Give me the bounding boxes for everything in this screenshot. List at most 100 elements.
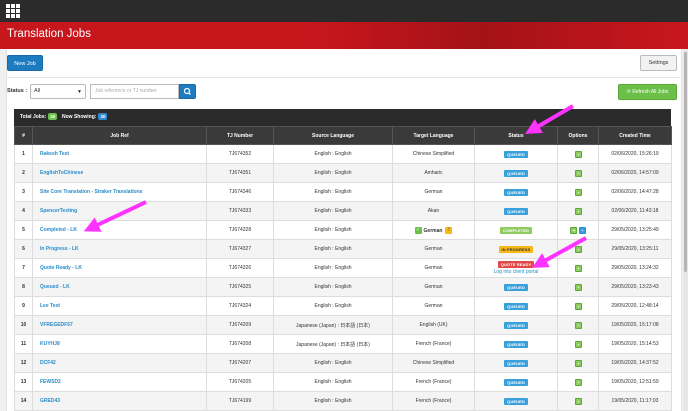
view-job-icon[interactable] [574, 245, 582, 253]
now-showing-label: Now Showing: [62, 114, 97, 120]
search-button[interactable] [179, 84, 196, 99]
tj-number: TJ674205 [206, 372, 274, 392]
job-ref-link[interactable]: DCF42 [32, 353, 207, 373]
table-row[interactable]: 9 Lee Test TJ674324 English : English German… [14, 296, 672, 316]
view-job-icon[interactable] [574, 302, 582, 310]
app-grid-icon[interactable] [6, 4, 20, 18]
table-row[interactable]: 10 VFREGEDF67 TJ674209 Japanese (Japan) : 日… [14, 315, 672, 335]
job-ref-link[interactable]: KUYHJ8 [32, 334, 207, 354]
target-language-cell: German [392, 239, 475, 259]
view-job-icon[interactable] [574, 264, 582, 272]
job-ref-link[interactable]: FEWSD2 [32, 372, 207, 392]
options-cell [557, 144, 599, 164]
refresh-all-jobs-button[interactable]: ⟳ Refresh All Jobs [618, 84, 677, 100]
tj-number: TJ674207 [206, 353, 274, 373]
table-row[interactable]: 4 SpencerTexting TJ674333 English : English… [14, 201, 672, 221]
check-icon: ✓ [414, 226, 422, 234]
options-cell [557, 182, 599, 202]
total-jobs-label: Total Jobs: [20, 114, 47, 120]
table-row[interactable]: 14 GRED43 TJ674199 English : English French … [14, 391, 672, 411]
warning-icon[interactable]: ! [445, 226, 453, 234]
column-header[interactable]: Job Ref [32, 126, 207, 145]
tj-number: TJ674333 [206, 201, 274, 221]
column-header[interactable]: Status [474, 126, 558, 145]
options-cell [557, 296, 599, 316]
view-job-icon[interactable] [574, 340, 582, 348]
status-cell: QUEUED [474, 163, 558, 183]
job-ref-link[interactable]: Queued - LK [32, 277, 207, 297]
job-ref-link[interactable]: In Progress - LK [32, 239, 207, 259]
tj-number: TJ674346 [206, 182, 274, 202]
table-row[interactable]: 13 FEWSD2 TJ674205 English : English French … [14, 372, 672, 392]
view-job-icon[interactable] [570, 226, 578, 234]
status-filter-select[interactable]: All ▼ [30, 84, 86, 99]
table-row[interactable]: 1 Rakesh Test TJ674352 English : English Chi… [14, 144, 672, 164]
view-job-icon[interactable] [574, 188, 582, 196]
status-cell: QUEUED [474, 201, 558, 221]
search-input[interactable]: Job reference or TJ number [90, 84, 179, 99]
column-header[interactable]: Options [557, 126, 599, 145]
table-row[interactable]: 3 Site Core Translation - Straker Transla… [14, 182, 672, 202]
view-job-icon[interactable] [574, 397, 582, 405]
table-row[interactable]: 12 DCF42 TJ674207 English : English Chinese … [14, 353, 672, 373]
row-number: 5 [14, 220, 33, 240]
view-job-icon[interactable] [574, 378, 582, 386]
status-badge: QUEUED [504, 169, 528, 177]
tj-number: TJ674328 [206, 220, 274, 240]
download-icon[interactable] [578, 226, 586, 234]
source-language: English : English [273, 296, 393, 316]
table-row[interactable]: 7 Quote Ready - LK TJ674326 English : Engli… [14, 258, 672, 278]
view-job-icon[interactable] [574, 169, 582, 177]
target-language: Chinese Simplified [412, 151, 455, 157]
table-row[interactable]: 6 In Progress - LK TJ674327 English : Engli… [14, 239, 672, 259]
row-number: 2 [14, 163, 33, 183]
view-job-icon[interactable] [574, 321, 582, 329]
job-ref-link[interactable]: GRED43 [32, 391, 207, 411]
target-language-cell: German [392, 296, 475, 316]
now-showing-count: 30 [98, 113, 108, 120]
view-job-icon[interactable] [574, 150, 582, 158]
created-time: 29/05/2020, 13:25:11 [598, 239, 672, 259]
created-time: 02/06/2020, 14:47:28 [598, 182, 672, 202]
settings-button[interactable]: Settings [640, 55, 677, 71]
row-number: 9 [14, 296, 33, 316]
column-header[interactable]: Created Time [598, 126, 672, 145]
page-banner: Translation Jobs [0, 22, 688, 49]
status-badge: QUOTE READY [497, 261, 535, 268]
column-header[interactable]: Source Language [273, 126, 393, 145]
created-time: 02/06/2020, 11:43:18 [598, 201, 672, 221]
target-language: Akan [427, 208, 440, 214]
client-portal-link[interactable]: Log into client portal [476, 269, 557, 275]
table-row[interactable]: 2 EnglishToChinese TJ674351 English : Engli… [14, 163, 672, 183]
new-job-button[interactable]: New Job [7, 55, 43, 71]
scrollbar-thumb[interactable] [684, 52, 687, 272]
job-ref-link[interactable]: SpencerTexting [32, 201, 207, 221]
job-ref-link[interactable]: Quote Ready - LK [32, 258, 207, 278]
view-job-icon[interactable] [574, 283, 582, 291]
column-header[interactable]: # [14, 126, 33, 145]
row-number: 6 [14, 239, 33, 259]
job-ref-link[interactable]: Rakesh Test [32, 144, 207, 164]
job-ref-link[interactable]: VFREGEDF67 [32, 315, 207, 335]
refresh-label: Refresh All Jobs [632, 89, 669, 95]
options-cell [557, 353, 599, 373]
table-row[interactable]: 5 Completed - LK TJ674328 English : English… [14, 220, 672, 240]
column-header[interactable]: Target Language [392, 126, 475, 145]
job-ref-link[interactable]: Completed - LK [32, 220, 207, 240]
source-language: English : English [273, 372, 393, 392]
job-ref-link[interactable]: EnglishToChinese [32, 163, 207, 183]
job-ref-link[interactable]: Site Core Translation - Straker Translat… [32, 182, 207, 202]
options-cell [557, 258, 599, 278]
status-cell: QUEUED [474, 353, 558, 373]
jobs-summary-bar: Total Jobs: 30 Now Showing: 30 [14, 109, 671, 126]
view-job-icon[interactable] [574, 359, 582, 367]
total-jobs-count: 30 [48, 113, 58, 120]
options-cell [557, 201, 599, 221]
view-job-icon[interactable] [574, 207, 582, 215]
table-row[interactable]: 11 KUYHJ8 TJ674208 Japanese (Japan) : 日本語 (… [14, 334, 672, 354]
target-language: French (France) [415, 379, 452, 385]
table-row[interactable]: 8 Queued - LK TJ674325 English : English Ger… [14, 277, 672, 297]
status-badge: QUEUED [504, 283, 528, 291]
column-header[interactable]: TJ Number [206, 126, 274, 145]
job-ref-link[interactable]: Lee Test [32, 296, 207, 316]
